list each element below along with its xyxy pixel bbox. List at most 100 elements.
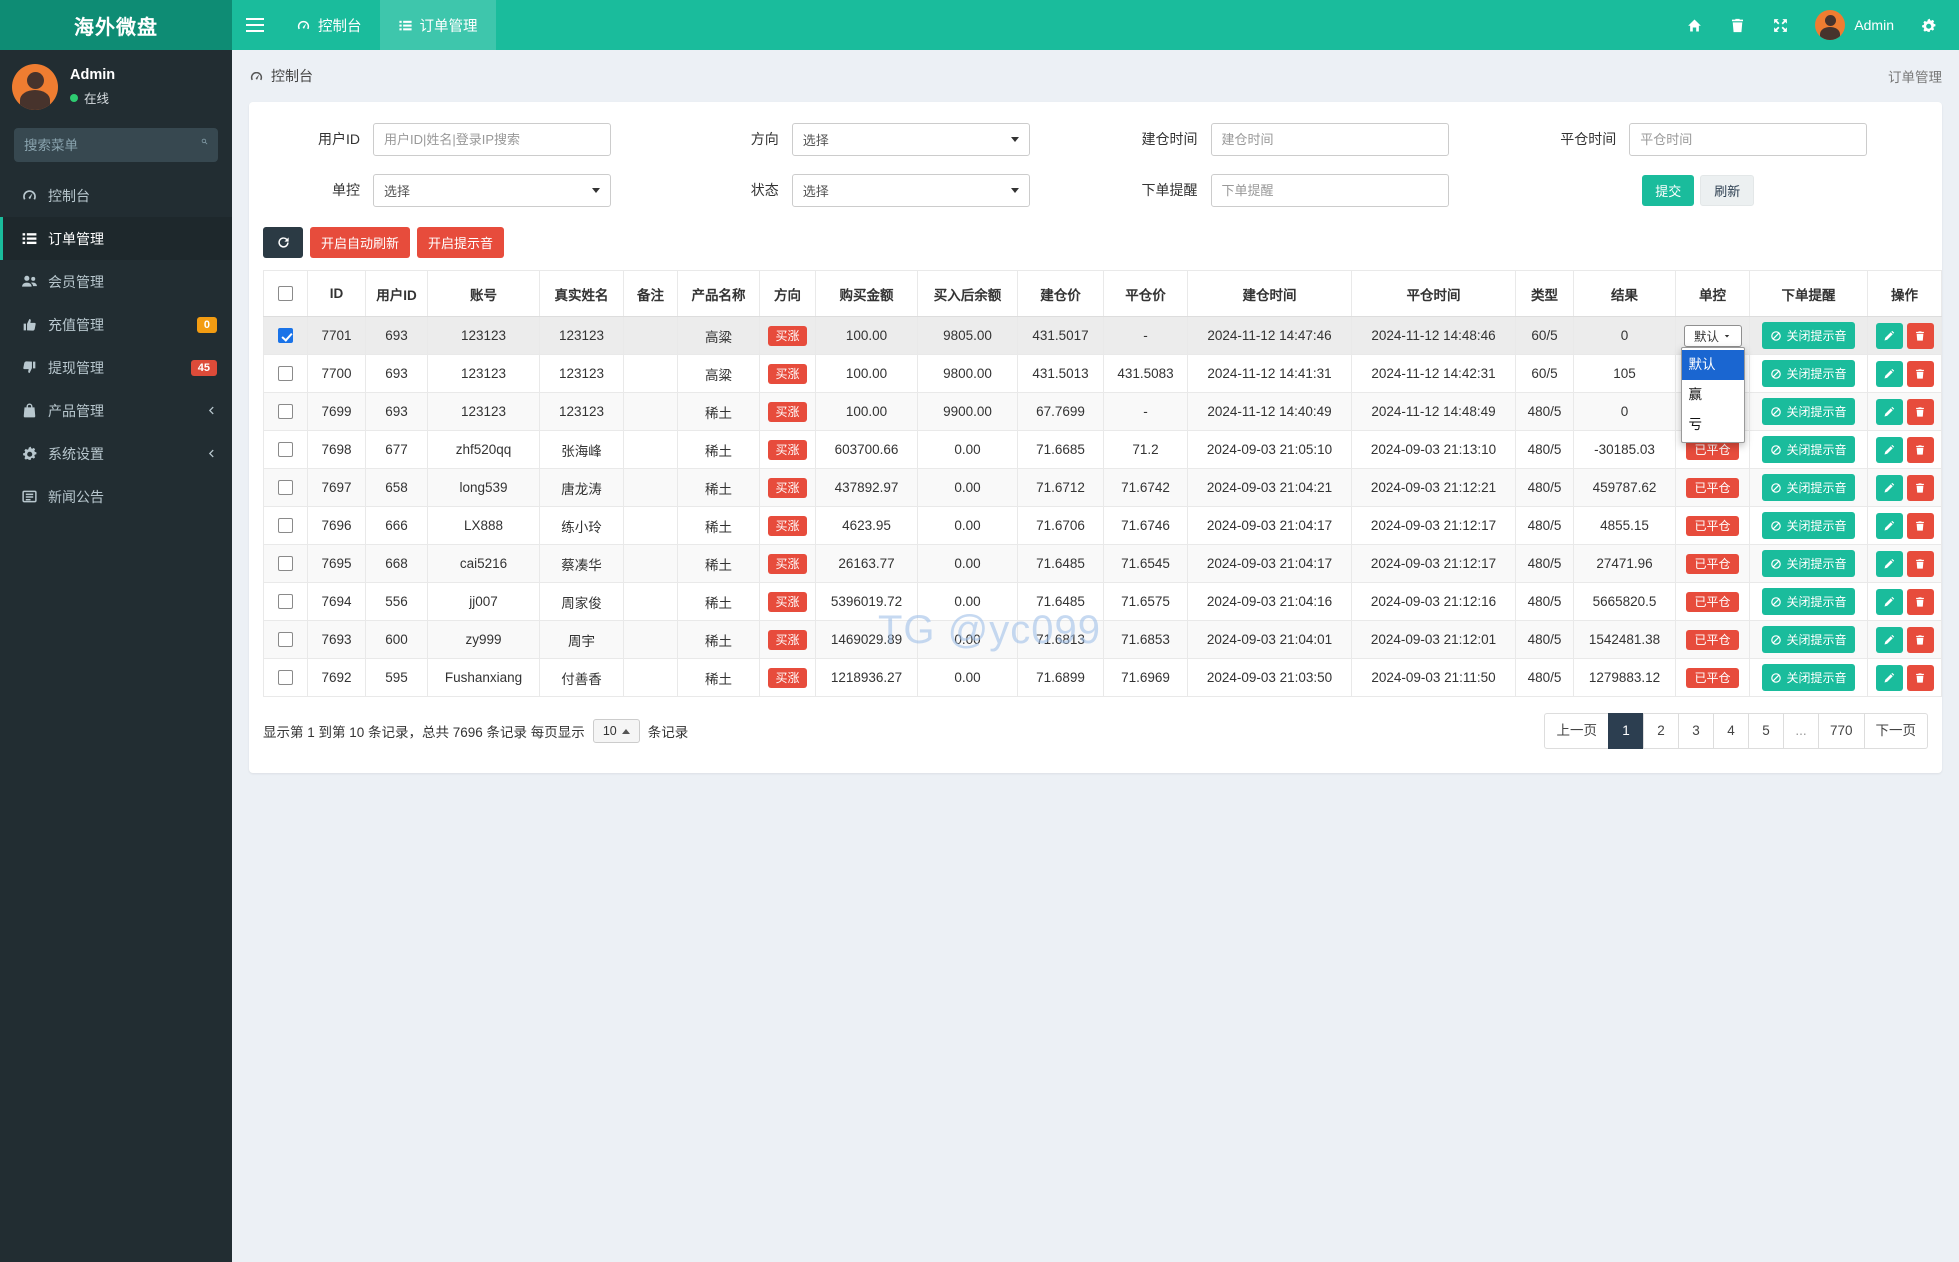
sidebar-item-系统设置[interactable]: 系统设置 — [0, 432, 232, 475]
refresh-button[interactable]: 刷新 — [1700, 174, 1755, 206]
row-checkbox[interactable] — [278, 670, 293, 686]
sidebar-search-input[interactable] — [24, 137, 201, 153]
auto-refresh-button[interactable]: 开启自动刷新 — [310, 227, 411, 258]
delete-button[interactable] — [1906, 512, 1934, 539]
delete-button[interactable] — [1906, 474, 1934, 501]
row-checkbox[interactable] — [278, 594, 293, 610]
cell-id: 7692 — [307, 658, 366, 697]
settings-gears-icon[interactable] — [1920, 17, 1937, 34]
sidebar-item-提现管理[interactable]: 提现管理 45 — [0, 346, 232, 389]
edit-button[interactable] — [1875, 436, 1903, 463]
delete-button[interactable] — [1906, 664, 1934, 691]
page-button-3[interactable]: 3 — [1677, 713, 1714, 749]
dropdown-option-默认[interactable]: 默认 — [1681, 350, 1744, 380]
mute-sound-button[interactable]: 关闭提示音 — [1762, 664, 1855, 691]
row-checkbox[interactable] — [278, 518, 293, 534]
app-logo[interactable]: 海外微盘 — [0, 0, 232, 50]
submit-button[interactable]: 提交 — [1642, 174, 1695, 206]
reload-table-button[interactable] — [263, 227, 303, 258]
cell-balance: 9805.00 — [917, 316, 1018, 355]
delete-button[interactable] — [1906, 360, 1934, 387]
sidebar-toggle-button[interactable] — [232, 0, 278, 50]
mute-sound-button[interactable]: 关闭提示音 — [1762, 436, 1855, 463]
edit-button[interactable] — [1875, 550, 1903, 577]
mute-sound-button[interactable]: 关闭提示音 — [1762, 360, 1855, 387]
mute-sound-button[interactable]: 关闭提示音 — [1762, 398, 1855, 425]
mute-sound-button[interactable]: 关闭提示音 — [1762, 512, 1855, 539]
page-button-下一页[interactable]: 下一页 — [1863, 713, 1928, 749]
cell-control: 已平仓 — [1675, 620, 1750, 659]
cell-name: 123123 — [539, 354, 624, 393]
row-checkbox[interactable] — [278, 480, 293, 496]
filter-closetime-input[interactable] — [1640, 131, 1857, 147]
page-button-上一页[interactable]: 上一页 — [1544, 713, 1609, 749]
sidebar-item-会员管理[interactable]: 会员管理 — [0, 260, 232, 303]
edit-button[interactable] — [1875, 398, 1903, 425]
enable-sound-button[interactable]: 开启提示音 — [417, 227, 505, 258]
select-all-checkbox[interactable] — [278, 286, 293, 302]
cell-product: 稀土 — [677, 506, 760, 545]
delete-button[interactable] — [1906, 588, 1934, 615]
row-checkbox[interactable] — [278, 556, 293, 572]
page-button-...[interactable]: ... — [1782, 713, 1819, 749]
search-icon[interactable] — [201, 138, 208, 152]
filter-opentime-input[interactable] — [1221, 131, 1438, 147]
edit-button[interactable] — [1875, 588, 1903, 615]
nav-tab-控制台[interactable]: 控制台 — [278, 0, 380, 50]
sidebar-item-新闻公告[interactable]: 新闻公告 — [0, 475, 232, 518]
row-checkbox[interactable] — [278, 632, 293, 648]
edit-button[interactable] — [1875, 664, 1903, 691]
mute-sound-button[interactable]: 关闭提示音 — [1762, 588, 1855, 615]
direction-badge: 买涨 — [768, 478, 807, 498]
mute-sound-button[interactable]: 关闭提示音 — [1762, 550, 1855, 577]
filter-direction-select[interactable]: 选择 — [791, 122, 1030, 156]
dropdown-option-赢[interactable]: 赢 — [1682, 380, 1744, 410]
page-size-select[interactable]: 10 — [592, 719, 640, 743]
filter-status-select[interactable]: 选择 — [791, 173, 1030, 207]
edit-button[interactable] — [1875, 360, 1903, 387]
direction-badge: 买涨 — [768, 554, 807, 574]
breadcrumb-left[interactable]: 控制台 — [249, 66, 313, 86]
delete-button[interactable] — [1906, 626, 1934, 653]
user-menu[interactable]: Admin — [1815, 10, 1894, 40]
cell-close_price: 71.6575 — [1103, 582, 1188, 621]
cell-product: 稀土 — [677, 582, 760, 621]
delete-button[interactable] — [1906, 322, 1934, 349]
nav-tab-订单管理[interactable]: 订单管理 — [379, 0, 496, 50]
mute-sound-button[interactable]: 关闭提示音 — [1762, 322, 1855, 349]
filter-control-select[interactable]: 选择 — [373, 173, 611, 207]
cell-note — [623, 620, 678, 659]
page-button-1[interactable]: 1 — [1607, 713, 1644, 749]
row-checkbox[interactable] — [278, 366, 293, 382]
dropdown-option-亏[interactable]: 亏 — [1682, 410, 1744, 440]
table-row: 7692 595 Fushanxiang 付善香 稀土 买涨 1218936.27 0.00 7… — [263, 658, 1942, 697]
sidebar-item-产品管理[interactable]: 产品管理 — [0, 389, 232, 432]
delete-button[interactable] — [1906, 398, 1934, 425]
page-button-770[interactable]: 770 — [1817, 713, 1865, 749]
edit-button[interactable] — [1875, 626, 1903, 653]
edit-button[interactable] — [1875, 512, 1903, 539]
mute-sound-button[interactable]: 关闭提示音 — [1762, 626, 1855, 653]
filter-remind-input[interactable] — [1221, 182, 1438, 198]
row-checkbox[interactable] — [278, 404, 293, 420]
row-checkbox[interactable] — [278, 328, 293, 344]
edit-button[interactable] — [1875, 474, 1903, 501]
cell-select — [263, 658, 308, 697]
column-header-结果: 结果 — [1573, 270, 1676, 317]
page-button-2[interactable]: 2 — [1642, 713, 1679, 749]
control-select[interactable]: 默认 — [1683, 324, 1742, 347]
page-button-5[interactable]: 5 — [1747, 713, 1784, 749]
sidebar-item-充值管理[interactable]: 充值管理 0 — [0, 303, 232, 346]
sidebar-item-订单管理[interactable]: 订单管理 — [0, 217, 232, 260]
mute-sound-button[interactable]: 关闭提示音 — [1762, 474, 1855, 501]
filter-userid-input[interactable] — [384, 131, 600, 147]
row-checkbox[interactable] — [278, 442, 293, 458]
page-button-4[interactable]: 4 — [1712, 713, 1749, 749]
home-icon[interactable] — [1686, 17, 1703, 34]
trash-icon[interactable] — [1729, 17, 1746, 34]
sidebar-item-控制台[interactable]: 控制台 — [0, 174, 232, 217]
edit-button[interactable] — [1875, 322, 1903, 349]
fullscreen-icon[interactable] — [1772, 17, 1789, 34]
delete-button[interactable] — [1906, 550, 1934, 577]
delete-button[interactable] — [1906, 436, 1934, 463]
